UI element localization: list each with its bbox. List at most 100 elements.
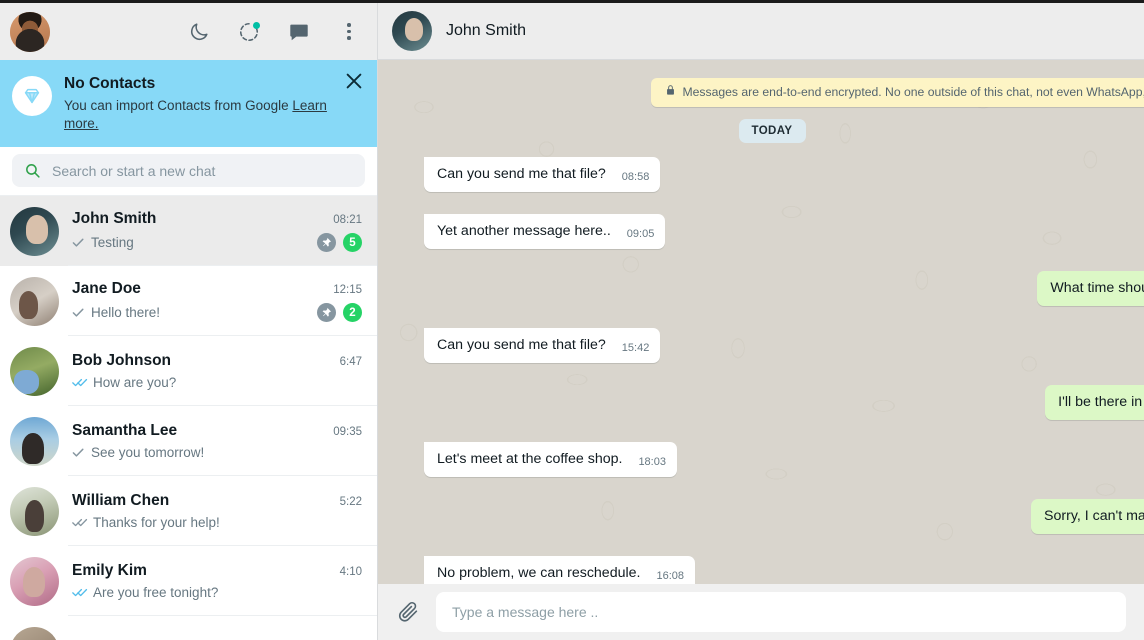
dark-mode-icon[interactable] — [187, 20, 211, 44]
avatar — [10, 626, 59, 640]
message-text: Sorry, I can't make it today — [1044, 508, 1144, 524]
chat-preview: How are you? — [93, 375, 177, 390]
contact-avatar[interactable] — [392, 11, 432, 51]
message-composer — [378, 584, 1144, 640]
day-divider: TODAY — [424, 119, 1120, 143]
avatar — [10, 346, 59, 396]
check-icon — [72, 236, 87, 249]
search-icon — [12, 162, 52, 179]
encryption-notice-wrap: Messages are end-to-end encrypted. No on… — [424, 78, 1144, 119]
message-bubble-outgoing[interactable]: What time should we meet? 09:12 — [1037, 271, 1144, 306]
unread-badge: 5 — [343, 233, 362, 252]
profile-avatar[interactable] — [10, 11, 50, 52]
message-bubble-incoming[interactable]: Can you send me that file? 15:42 — [424, 328, 661, 363]
unread-badge: 2 — [343, 303, 362, 322]
chat-preview: Hello there! — [91, 305, 161, 320]
banner-subtitle-text: You can import Contacts from Google — [64, 98, 293, 113]
message-time: 08:58 — [621, 171, 650, 183]
chat-list[interactable]: John Smith 08:21 Testing 5 Jane Doe 12:1… — [0, 196, 377, 640]
message-text: Can you send me that file? — [437, 166, 606, 182]
message-time: 16:08 — [656, 570, 684, 582]
no-contacts-banner: No Contacts You can import Contacts from… — [0, 60, 377, 147]
chat-list-item-william-chen[interactable]: William Chen 5:22 Thanks for your help! — [0, 476, 377, 546]
chat-preview: See you tomorrow! — [91, 445, 205, 460]
avatar — [10, 276, 59, 326]
message-row: Let's meet at the coffee shop. 18:03 — [424, 442, 1120, 477]
chat-list-item-jane-doe[interactable]: Jane Doe 12:15 Hello there! 2 — [0, 266, 377, 336]
message-time: 15:42 — [621, 342, 650, 354]
message-text: No problem, we can reschedule. — [437, 565, 641, 581]
chat-list-item-john-smith[interactable]: John Smith 08:21 Testing 5 — [0, 196, 377, 266]
chat-list-item-bob-johnson[interactable]: Bob Johnson 6:47 How are you? — [0, 336, 377, 406]
message-text: I'll be there in 10 minutes — [1058, 394, 1144, 410]
message-row: Sorry, I can't make it today 18:10 — [424, 499, 1144, 534]
message-row: What time should we meet? 09:12 — [424, 271, 1144, 306]
chat-name: Bob Johnson — [72, 352, 172, 369]
double-check-icon — [72, 586, 89, 599]
message-bubble-outgoing[interactable]: Sorry, I can't make it today 18:10 — [1031, 499, 1144, 534]
chat-name: Emily Kim — [72, 562, 147, 579]
double-check-icon — [72, 376, 89, 389]
encryption-notice[interactable]: Messages are end-to-end encrypted. No on… — [651, 78, 1144, 107]
message-bubble-incoming[interactable]: Can you send me that file? 08:58 — [424, 157, 661, 192]
message-bubble-outgoing[interactable]: I'll be there in 10 minutes 15:50 — [1045, 385, 1144, 420]
message-row: Yet another message here.. 09:05 — [424, 214, 1120, 249]
message-text: What time should we meet? — [1050, 280, 1144, 296]
message-time: 09:05 — [626, 228, 655, 240]
pin-icon — [317, 233, 336, 252]
new-chat-icon[interactable] — [287, 20, 311, 44]
pin-icon — [317, 303, 336, 322]
message-row: No problem, we can reschedule. 16:08 — [424, 556, 1120, 584]
chat-list-item-emily-kim[interactable]: Emily Kim 4:10 Are you free tonight? — [0, 546, 377, 616]
day-divider-label: TODAY — [738, 119, 806, 143]
search-box[interactable] — [12, 154, 365, 187]
chat-name: John Smith — [72, 210, 157, 227]
message-bubble-incoming[interactable]: Let's meet at the coffee shop. 18:03 — [424, 442, 677, 477]
message-text: Can you send me that file? — [437, 337, 606, 353]
message-text: Yet another message here.. — [437, 223, 611, 239]
message-bubble-incoming[interactable]: No problem, we can reschedule. 16:08 — [424, 556, 695, 584]
status-icon[interactable] — [237, 20, 261, 44]
banner-title: No Contacts — [64, 75, 156, 92]
chat-preview: Are you free tonight? — [93, 585, 219, 600]
conversation-title: John Smith — [446, 22, 527, 39]
diamond-icon — [12, 76, 52, 116]
close-icon[interactable] — [343, 70, 365, 92]
sidebar: No Contacts You can import Contacts from… — [0, 3, 378, 640]
chat-time: 12:15 — [333, 284, 362, 296]
whatsapp-window: No Contacts You can import Contacts from… — [0, 0, 1144, 640]
check-icon — [72, 306, 87, 319]
sidebar-header-icons — [187, 20, 361, 44]
chat-time: 6:47 — [339, 356, 362, 368]
check-icon — [72, 446, 87, 459]
banner-text: No Contacts You can import Contacts from… — [64, 73, 363, 133]
conversation-pane: John Smith Messages are end-to-end encry… — [378, 3, 1144, 640]
avatar — [10, 556, 59, 606]
menu-icon[interactable] — [337, 20, 361, 44]
chat-preview: Testing — [91, 235, 134, 250]
chat-name: Jane Doe — [72, 280, 141, 297]
chat-list-item-david-w[interactable]: David W 10:40 — [0, 616, 377, 640]
message-scroll[interactable]: Messages are end-to-end encrypted. No on… — [378, 78, 1144, 584]
message-text: Let's meet at the coffee shop. — [437, 451, 623, 467]
chat-time: 09:35 — [333, 426, 362, 438]
search-input[interactable] — [52, 154, 365, 187]
conversation-header[interactable]: John Smith — [378, 3, 1144, 60]
message-input[interactable] — [436, 592, 1126, 632]
message-time: 18:03 — [638, 456, 666, 468]
chat-list-item-samantha-lee[interactable]: Samantha Lee 09:35 See you tomorrow! — [0, 406, 377, 476]
chat-name: Samantha Lee — [72, 422, 178, 439]
encryption-notice-text: Messages are end-to-end encrypted. No on… — [682, 85, 1144, 99]
chat-time: 08:21 — [333, 214, 362, 226]
search-section — [0, 147, 377, 196]
message-bubble-incoming[interactable]: Yet another message here.. 09:05 — [424, 214, 666, 249]
message-area: Messages are end-to-end encrypted. No on… — [378, 60, 1144, 584]
message-row: I'll be there in 10 minutes 15:50 — [424, 385, 1144, 420]
lock-icon — [665, 84, 676, 101]
message-row: Can you send me that file? 08:58 — [424, 157, 1120, 192]
avatar — [10, 416, 59, 466]
paperclip-icon[interactable] — [394, 598, 422, 626]
banner-subtitle: You can import Contacts from Google Lear… — [64, 97, 363, 133]
avatar — [10, 486, 59, 536]
chat-name: William Chen — [72, 492, 170, 509]
